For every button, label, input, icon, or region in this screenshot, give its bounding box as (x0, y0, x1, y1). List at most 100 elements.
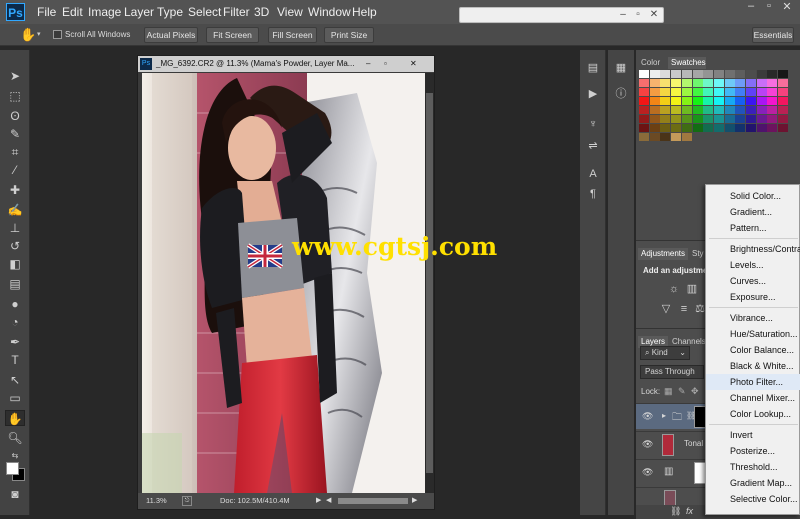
color-swatch[interactable] (639, 79, 649, 87)
foreground-color-swatch[interactable] (6, 462, 19, 475)
clone-source-icon[interactable]: ⇌ (585, 138, 601, 154)
visibility-eye-icon[interactable]: 👁︎ (642, 411, 653, 422)
menu-item-gradient[interactable]: Gradient... (706, 204, 800, 220)
color-swatch[interactable] (660, 133, 671, 141)
minimize-icon[interactable]: – (744, 0, 758, 14)
vertical-scrollbar[interactable] (425, 73, 434, 493)
color-swatch[interactable] (649, 115, 660, 123)
color-swatch[interactable] (756, 88, 767, 96)
menu-item-solid-color[interactable]: Solid Color... (706, 188, 800, 204)
menu-item-exposure[interactable]: Exposure... (706, 289, 800, 305)
color-swatch[interactable] (735, 97, 746, 105)
color-swatch[interactable] (735, 115, 746, 123)
lock-pixels-icon[interactable]: ✎ (678, 386, 686, 397)
brightness-icon[interactable]: ☼ (666, 281, 682, 297)
menu-item-pattern[interactable]: Pattern... (706, 220, 800, 236)
vibrance-icon[interactable]: ▽ (658, 301, 674, 317)
canvas-photo[interactable] (142, 73, 425, 493)
color-swatch[interactable] (778, 106, 789, 114)
swatches-grid[interactable] (639, 70, 789, 142)
color-swatch[interactable] (671, 97, 682, 105)
color-swatch[interactable] (724, 88, 735, 96)
color-swatch[interactable] (724, 79, 735, 87)
color-swatch[interactable] (746, 106, 756, 114)
menu-edit[interactable]: Edit (62, 5, 83, 19)
color-swatch[interactable] (660, 70, 671, 78)
color-swatch[interactable] (713, 97, 724, 105)
color-swatch[interactable] (713, 70, 724, 78)
menu-type[interactable]: Type (157, 5, 183, 19)
color-swatch[interactable] (746, 124, 756, 132)
color-swatch[interactable] (681, 106, 692, 114)
color-swatch[interactable] (756, 97, 767, 105)
blend-mode-select[interactable]: Pass Through (640, 365, 704, 379)
color-swatch[interactable] (767, 88, 778, 96)
color-swatch[interactable] (639, 70, 649, 78)
menu-window[interactable]: Window (308, 5, 351, 19)
color-swatch[interactable] (681, 70, 692, 78)
color-swatch[interactable] (681, 124, 692, 132)
color-swatch[interactable] (639, 88, 649, 96)
tab-swatches[interactable]: Swatches (668, 57, 706, 69)
color-swatch[interactable] (767, 106, 778, 114)
color-swatch[interactable] (681, 79, 692, 87)
color-swatch[interactable] (649, 79, 660, 87)
color-swatch[interactable] (692, 88, 703, 96)
menu-item-channel-mixer[interactable]: Channel Mixer... (706, 390, 800, 406)
color-swatch[interactable] (767, 97, 778, 105)
color-swatch[interactable] (713, 106, 724, 114)
color-swatch[interactable] (778, 88, 789, 96)
minimize-icon[interactable]: – (366, 56, 370, 72)
workspace-switcher[interactable]: Essentials (752, 27, 794, 43)
status-info-icon[interactable]: ⎋ (182, 496, 192, 506)
zoom-tool-icon[interactable]: 🔍︎ (5, 430, 25, 446)
lasso-tool-icon[interactable]: ʘ (5, 108, 25, 124)
color-swatch[interactable] (671, 115, 682, 123)
color-swatch[interactable] (735, 88, 746, 96)
color-swatch[interactable] (649, 70, 660, 78)
eyedropper-tool-icon[interactable]: ⁄ (5, 162, 25, 178)
menu-item-selective-color[interactable]: Selective Color... (706, 491, 800, 507)
color-swatch[interactable] (703, 79, 714, 87)
scroll-all-windows-checkbox[interactable] (53, 30, 62, 39)
rectangle-tool-icon[interactable]: ▭ (5, 390, 25, 406)
hand-tool-icon[interactable]: ✋ (5, 410, 25, 426)
menu-file[interactable]: File (37, 5, 56, 19)
menu-item-invert[interactable]: Invert (706, 427, 800, 443)
brush-tool-icon[interactable]: ✍ (5, 202, 25, 218)
close-icon[interactable]: ✕ (410, 56, 417, 72)
color-swatch[interactable] (649, 106, 660, 114)
color-swatch[interactable] (671, 70, 682, 78)
tab-adjustments[interactable]: Adjustments (638, 248, 688, 260)
chevron-down-icon[interactable]: ▾ (37, 30, 41, 38)
menu-item-photo-filter[interactable]: Photo Filter... (706, 374, 800, 390)
close-icon[interactable]: ✕ (780, 0, 794, 14)
paragraph-icon[interactable]: ¶ (585, 186, 601, 202)
color-swatch[interactable] (778, 115, 789, 123)
color-swatch[interactable] (681, 88, 692, 96)
color-swatch[interactable] (713, 79, 724, 87)
restore-icon[interactable]: ▫ (632, 9, 644, 21)
color-swatch[interactable] (639, 106, 649, 114)
color-swatch[interactable] (756, 115, 767, 123)
menu-item-curves[interactable]: Curves... (706, 273, 800, 289)
color-swatch[interactable] (746, 79, 756, 87)
lock-transparent-icon[interactable]: ▦ (664, 386, 673, 397)
menu-view[interactable]: View (277, 5, 303, 19)
color-swatch[interactable] (660, 115, 671, 123)
color-swatch[interactable] (671, 106, 682, 114)
path-selection-tool-icon[interactable]: ↖ (5, 372, 25, 388)
color-swatch[interactable] (724, 115, 735, 123)
clone-stamp-tool-icon[interactable]: ⊥ (5, 220, 25, 236)
actions-play-icon[interactable]: ▶ (585, 86, 601, 102)
menu-item-levels[interactable]: Levels... (706, 257, 800, 273)
color-swatch[interactable] (735, 124, 746, 132)
menu-item-hue-saturation[interactable]: Hue/Saturation... (706, 326, 800, 342)
crop-tool-icon[interactable]: ⌗ (5, 144, 25, 160)
menu-select[interactable]: Select (188, 5, 221, 19)
visibility-eye-icon[interactable]: 👁︎ (642, 439, 653, 450)
color-swatch[interactable] (713, 88, 724, 96)
color-swatch[interactable] (767, 79, 778, 87)
dodge-tool-icon[interactable]: ◔ (5, 314, 25, 330)
color-swatch[interactable] (703, 70, 714, 78)
